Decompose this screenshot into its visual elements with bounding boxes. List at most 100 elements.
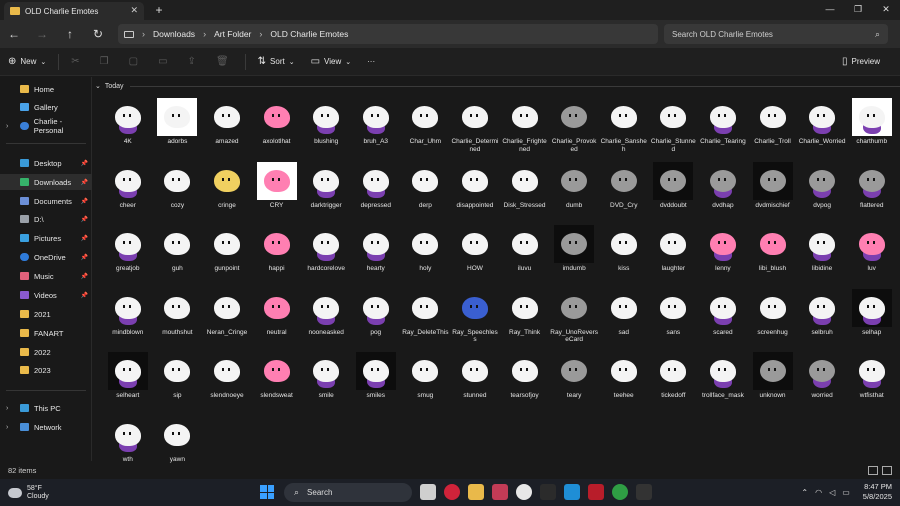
file-item[interactable]: Ray_UnoReverseCard	[549, 289, 599, 353]
breadcrumb-downloads[interactable]: Downloads	[153, 29, 195, 39]
tab-old-charlie-emotes[interactable]: OLD Charlie Emotes ✕	[4, 2, 144, 20]
search-input[interactable]: Search OLD Charlie Emotes ⌕	[664, 24, 888, 44]
file-item[interactable]: selhap	[847, 288, 897, 353]
sidebar-item-onedrive[interactable]: OneDrive 📌	[0, 249, 92, 265]
file-item[interactable]: Charlie_Troll	[748, 98, 798, 162]
group-header-today[interactable]: ⌄ Today	[95, 80, 900, 92]
up-arrow-icon[interactable]: ↑	[56, 27, 84, 41]
file-item[interactable]: luv	[847, 225, 897, 289]
close-window-button[interactable]: ✕	[872, 0, 900, 20]
file-item[interactable]: bruh_A3	[351, 98, 401, 162]
file-item[interactable]: DVD_Cry	[599, 162, 649, 226]
file-item[interactable]: Charlie_Frightened	[500, 98, 550, 162]
task-view-icon[interactable]	[420, 484, 436, 500]
new-tab-button[interactable]: +	[150, 0, 168, 20]
chevron-right-icon[interactable]: ›	[203, 29, 206, 39]
more-options-button[interactable]: ···	[359, 57, 383, 66]
battery-icon[interactable]: ▭	[842, 488, 850, 497]
chevron-right-icon[interactable]: ›	[6, 123, 8, 130]
file-item[interactable]: lenny	[698, 225, 748, 289]
new-button[interactable]: ⊕ New ⌄	[0, 56, 54, 67]
sidebar-item-fanart[interactable]: FANART	[0, 325, 92, 341]
chevron-down-icon[interactable]: ⌄	[95, 82, 101, 90]
sidebar-item-2023[interactable]: 2023	[0, 362, 92, 378]
back-arrow-icon[interactable]: ←	[0, 27, 28, 41]
chevron-right-icon[interactable]: ›	[6, 424, 8, 431]
file-item[interactable]: worried	[797, 352, 847, 416]
volume-icon[interactable]: ◁	[829, 488, 835, 497]
file-item[interactable]: hardcorelove	[301, 225, 351, 289]
file-item[interactable]: neutral	[252, 289, 302, 353]
file-item[interactable]: smug	[401, 352, 451, 416]
file-item[interactable]: dvdmischief	[748, 161, 798, 226]
file-item[interactable]: Charlie_Determined	[450, 98, 500, 162]
file-item[interactable]: greatjob	[103, 225, 153, 289]
forward-arrow-icon[interactable]: →	[28, 27, 56, 41]
paint-app-icon[interactable]	[564, 484, 580, 500]
file-item[interactable]: Char_Uhm	[401, 98, 451, 162]
file-item[interactable]: disappointed	[450, 162, 500, 226]
file-item[interactable]: smile	[301, 352, 351, 416]
file-item[interactable]: stunned	[450, 352, 500, 416]
file-item[interactable]: darktrigger	[301, 162, 351, 226]
file-item[interactable]: Charlie_Tearing	[698, 98, 748, 162]
file-item[interactable]: cheer	[103, 162, 153, 226]
breadcrumb-art-folder[interactable]: Art Folder	[214, 29, 251, 39]
sort-button[interactable]: ⇅ Sort ⌄	[250, 56, 303, 67]
file-item[interactable]: mindblown	[103, 289, 153, 353]
sidebar-item-network[interactable]: › Network	[0, 419, 92, 435]
file-item[interactable]: Ray_Speechless	[450, 289, 500, 353]
view-button[interactable]: ▭ View ⌄	[303, 56, 360, 67]
file-item[interactable]: Ray_DeleteThis	[401, 289, 451, 353]
file-item[interactable]: Neran_Cringe	[202, 289, 252, 353]
file-item[interactable]: Disk_Stressed	[500, 162, 550, 226]
sidebar-item-2021[interactable]: 2021	[0, 306, 92, 322]
file-item[interactable]: imdumb	[549, 225, 599, 289]
file-item[interactable]: gunpoint	[202, 225, 252, 289]
file-item[interactable]: axolotlhat	[252, 98, 302, 162]
game-app-icon[interactable]	[540, 484, 556, 500]
breadcrumb-current[interactable]: OLD Charlie Emotes	[270, 29, 348, 39]
rename-button[interactable]: ▭	[150, 56, 179, 67]
copy-button[interactable]: ❐	[92, 56, 121, 67]
cut-button[interactable]: ✂	[63, 56, 91, 67]
pin-icon[interactable]: 📌	[81, 198, 88, 205]
windows-start-icon[interactable]	[260, 485, 274, 499]
file-item[interactable]: HOW	[450, 225, 500, 289]
wifi-icon[interactable]: ◠	[815, 488, 822, 497]
minimize-button[interactable]: —	[816, 0, 844, 20]
taskbar-search[interactable]: ⌕ Search	[284, 483, 412, 502]
file-item[interactable]: dvddoubt	[649, 161, 699, 226]
chevron-right-icon[interactable]: ›	[259, 29, 262, 39]
delete-button[interactable]: 🗑	[208, 56, 241, 67]
breadcrumb[interactable]: › Downloads › Art Folder › OLD Charlie E…	[118, 24, 658, 44]
sidebar-item-home[interactable]: Home	[0, 81, 92, 97]
media-app-icon[interactable]	[588, 484, 604, 500]
file-item[interactable]: libi_blush	[748, 225, 798, 289]
sidebar-item-pictures[interactable]: Pictures 📌	[0, 230, 92, 246]
discord-icon[interactable]	[492, 484, 508, 500]
xbox-icon[interactable]	[612, 484, 628, 500]
sidebar-item-gallery[interactable]: Gallery	[0, 99, 92, 115]
file-item[interactable]: sad	[599, 289, 649, 353]
file-item[interactable]: dumb	[549, 162, 599, 226]
file-item[interactable]: derp	[401, 162, 451, 226]
file-item[interactable]: Charlie_Worried	[797, 98, 847, 162]
file-item[interactable]: tearsofjoy	[500, 352, 550, 416]
clock[interactable]: 8:47 PM 5/8/2025	[863, 482, 892, 502]
file-item[interactable]: nooneasked	[301, 289, 351, 353]
file-item[interactable]: guh	[153, 225, 203, 289]
refresh-icon[interactable]: ↻	[84, 27, 112, 41]
file-item[interactable]: dvdhap	[698, 162, 748, 226]
pin-icon[interactable]: 📌	[81, 235, 88, 242]
pin-icon[interactable]: 📌	[81, 179, 88, 186]
file-item[interactable]: slendsweat	[252, 352, 302, 416]
maximize-button[interactable]: ❐	[844, 0, 872, 20]
file-item[interactable]: dvpog	[797, 162, 847, 226]
file-item[interactable]: Ray_Think	[500, 289, 550, 353]
sidebar-item-videos[interactable]: Videos 📌	[0, 287, 92, 303]
file-item[interactable]: happi	[252, 225, 302, 289]
file-item[interactable]: mouthshut	[153, 289, 203, 353]
file-item[interactable]: 4K	[103, 98, 153, 162]
file-item[interactable]: laughter	[649, 225, 699, 289]
